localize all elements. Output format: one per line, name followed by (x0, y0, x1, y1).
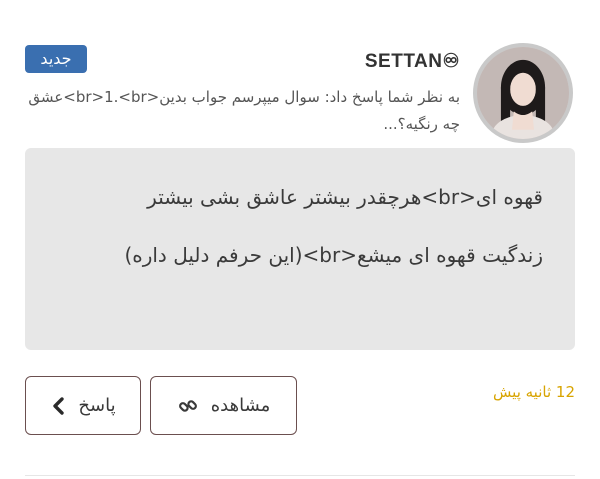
view-button-label: مشاهده (210, 395, 271, 416)
notification-card: SETTAN♾ جدید به نظر شما پاسخ داد: سوال م… (0, 0, 600, 479)
new-badge: جدید (25, 45, 87, 73)
reply-text: قهوه ای<br>هرچقدر بیشتر عاشق بشی بیشتر ز… (124, 185, 543, 267)
view-button[interactable]: مشاهده (150, 376, 297, 435)
chevron-left-icon (50, 396, 66, 416)
notification-text: به نظر شما پاسخ داد: سوال میپرسم جواب بد… (28, 88, 460, 133)
reply-bubble: قهوه ای<br>هرچقدر بیشتر عاشق بشی بیشتر ز… (25, 148, 575, 350)
avatar-image (477, 47, 569, 139)
link-icon (177, 395, 199, 417)
reply-button-label: پاسخ (78, 395, 116, 416)
avatar[interactable] (473, 43, 573, 143)
reply-button[interactable]: پاسخ (25, 376, 141, 435)
username[interactable]: SETTAN♾ (365, 50, 460, 73)
divider (25, 475, 575, 476)
timestamp: 12 ثانیه پیش (493, 383, 575, 401)
